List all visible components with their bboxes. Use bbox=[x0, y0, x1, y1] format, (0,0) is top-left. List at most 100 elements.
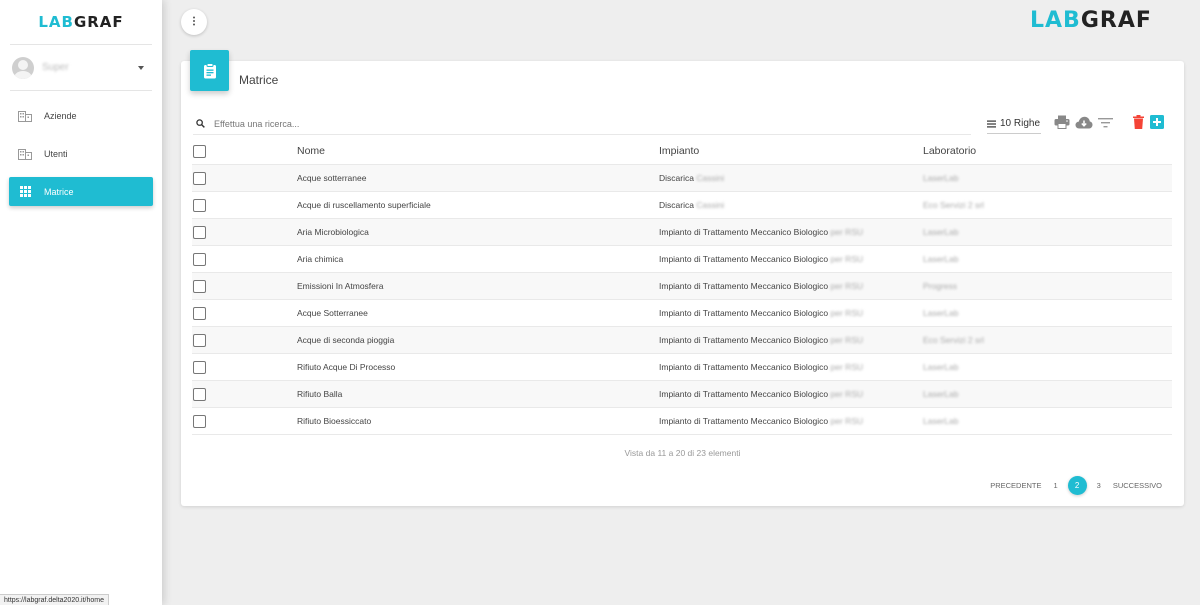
pagination-page-1[interactable]: 1 bbox=[1053, 481, 1057, 490]
cell-laboratorio: LaserLab bbox=[923, 173, 959, 183]
column-header-nome[interactable]: Nome bbox=[297, 145, 325, 157]
column-header-laboratorio[interactable]: Laboratorio bbox=[923, 145, 976, 157]
row-actions bbox=[1133, 115, 1170, 129]
select-all-checkbox[interactable] bbox=[193, 144, 206, 158]
row-checkbox[interactable] bbox=[193, 225, 206, 239]
table-row[interactable]: Aria chimica Impianto di Trattamento Mecc… bbox=[192, 246, 1172, 273]
cell-impianto-extra: per RSU bbox=[830, 362, 864, 372]
cell-impianto-name: Impianto di Trattamento Meccanico Biolog… bbox=[659, 389, 829, 399]
cell-impianto-name: Impianto di Trattamento Meccanico Biolog… bbox=[659, 416, 829, 426]
row-checkbox[interactable] bbox=[193, 171, 206, 185]
cell-laboratorio: LaserLab bbox=[923, 362, 959, 372]
sidebar-item-aziende[interactable]: Aziende bbox=[9, 101, 153, 130]
building-icon bbox=[18, 148, 32, 160]
pagination-page-2[interactable]: 2 bbox=[1067, 476, 1087, 495]
cell-laboratorio: Eco Servizi 2 srl bbox=[923, 335, 984, 345]
grid-icon bbox=[18, 186, 32, 198]
logo-graf-text: GRAF bbox=[73, 13, 124, 31]
cell-impianto-name: Impianto di Trattamento Meccanico Biolog… bbox=[659, 254, 829, 264]
pagination-info: Vista da 11 a 20 di 23 elementi bbox=[624, 448, 741, 458]
pagination-next[interactable]: SUCCESSIVO bbox=[1113, 481, 1162, 490]
cell-impianto: Discarica Cassini bbox=[659, 173, 724, 183]
cloud-download-icon[interactable] bbox=[1075, 116, 1093, 129]
sidebar-item-label: Utenti bbox=[44, 148, 68, 159]
cell-impianto: Impianto di Trattamento Meccanico Biolog… bbox=[659, 227, 863, 237]
labgraf-logo: LAB GRAF bbox=[38, 13, 123, 31]
sidebar-logo[interactable]: LAB GRAF bbox=[10, 0, 152, 45]
table-row[interactable]: Rifiuto Balla Impianto di Trattamento Mec… bbox=[192, 381, 1172, 408]
rows-per-page-label: 10 Righe bbox=[1000, 118, 1041, 129]
export-tools bbox=[1054, 115, 1118, 129]
cell-impianto-name: Impianto di Trattamento Meccanico Biolog… bbox=[659, 362, 829, 372]
cell-impianto-extra: per RSU bbox=[830, 389, 864, 399]
row-checkbox[interactable] bbox=[193, 387, 206, 401]
row-checkbox[interactable] bbox=[193, 414, 206, 428]
search-input[interactable] bbox=[214, 118, 914, 129]
more-vertical-icon bbox=[192, 15, 196, 29]
cell-laboratorio: LaserLab bbox=[923, 416, 959, 426]
column-header-impianto[interactable]: Impianto bbox=[659, 145, 699, 157]
cell-impianto-name: Impianto di Trattamento Meccanico Biolog… bbox=[659, 308, 829, 318]
row-checkbox[interactable] bbox=[193, 198, 206, 212]
cell-impianto-name: Impianto di Trattamento Meccanico Biolog… bbox=[659, 281, 829, 291]
avatar bbox=[12, 56, 34, 79]
table-row[interactable]: Rifiuto Bioessiccato Impianto di Trattame… bbox=[192, 408, 1172, 435]
sidebar-item-label: Matrice bbox=[44, 186, 74, 197]
sidebar-item-label: Aziende bbox=[44, 110, 77, 121]
cell-nome: Acque sotterranee bbox=[297, 173, 367, 183]
cell-impianto: Impianto di Trattamento Meccanico Biolog… bbox=[659, 362, 863, 372]
row-checkbox[interactable] bbox=[193, 279, 206, 293]
pagination-prev[interactable]: PRECEDENTE bbox=[990, 481, 1041, 490]
cell-impianto: Discarica Cassini bbox=[659, 200, 724, 210]
cell-nome: Aria Microbiologica bbox=[297, 227, 369, 237]
table-body: Acque sotterranee Discarica Cassini LaserL… bbox=[192, 165, 1172, 435]
cell-impianto-extra: Cassini bbox=[696, 173, 725, 183]
cell-laboratorio: Eco Servizi 2 srl bbox=[923, 200, 984, 210]
trash-icon[interactable] bbox=[1133, 115, 1144, 129]
search-box bbox=[193, 113, 971, 135]
row-checkbox[interactable] bbox=[193, 252, 206, 266]
pagination-page-3[interactable]: 3 bbox=[1097, 481, 1101, 490]
logo-lab-text: LAB bbox=[1030, 8, 1081, 33]
cell-impianto-extra: per RSU bbox=[830, 335, 864, 345]
logo-lab-text: LAB bbox=[38, 13, 74, 31]
filter-icon[interactable] bbox=[1098, 117, 1113, 128]
table-row[interactable]: Emissioni In Atmosfera Impianto di Tratta… bbox=[192, 273, 1172, 300]
sidebar-item-matrice[interactable]: Matrice bbox=[9, 177, 153, 206]
cell-nome: Aria chimica bbox=[297, 254, 344, 264]
search-icon bbox=[196, 119, 205, 128]
add-button[interactable] bbox=[1150, 115, 1164, 129]
cell-laboratorio: LaserLab bbox=[923, 389, 959, 399]
sidebar: LAB GRAF Super Aziende Utenti Matrice bbox=[0, 0, 162, 605]
row-checkbox[interactable] bbox=[193, 306, 206, 320]
page-title: Matrice bbox=[239, 73, 279, 87]
cell-laboratorio: LaserLab bbox=[923, 308, 959, 318]
table-row[interactable]: Aria Microbiologica Impianto di Trattamen… bbox=[192, 219, 1172, 246]
table-row[interactable]: Acque di ruscellamento superficiale Disca… bbox=[192, 192, 1172, 219]
cell-impianto-extra: per RSU bbox=[830, 281, 864, 291]
matrice-table: Nome Impianto Laboratorio Acque sotterra… bbox=[192, 138, 1172, 435]
user-menu[interactable]: Super bbox=[10, 45, 152, 91]
sidebar-item-utenti[interactable]: Utenti bbox=[9, 139, 153, 168]
cell-nome: Emissioni In Atmosfera bbox=[297, 281, 384, 291]
cell-impianto-extra: per RSU bbox=[830, 416, 864, 426]
cell-impianto: Impianto di Trattamento Meccanico Biolog… bbox=[659, 389, 863, 399]
sidebar-nav: Aziende Utenti Matrice bbox=[0, 101, 162, 206]
user-name: Super bbox=[42, 62, 69, 73]
print-icon[interactable] bbox=[1054, 115, 1070, 129]
cell-nome: Acque di seconda pioggia bbox=[297, 335, 395, 345]
rows-per-page-select[interactable]: 10 Righe bbox=[987, 114, 1041, 134]
table-row[interactable]: Acque di seconda pioggia Impianto di Trat… bbox=[192, 327, 1172, 354]
more-menu-button[interactable] bbox=[181, 9, 207, 35]
cell-nome: Rifiuto Balla bbox=[297, 389, 343, 399]
table-row[interactable]: Acque Sotterranee Impianto di Trattamento… bbox=[192, 300, 1172, 327]
row-checkbox[interactable] bbox=[193, 333, 206, 347]
cell-impianto-extra: per RSU bbox=[830, 254, 864, 264]
logo-graf-text: GRAF bbox=[1080, 8, 1152, 33]
row-checkbox[interactable] bbox=[193, 360, 206, 374]
table-row[interactable]: Rifiuto Acque Di Processo Impianto di Tra… bbox=[192, 354, 1172, 381]
table-row[interactable]: Acque sotterranee Discarica Cassini LaserL… bbox=[192, 165, 1172, 192]
header-logo: LAB GRAF bbox=[1030, 8, 1152, 33]
cell-nome: Rifiuto Bioessiccato bbox=[297, 416, 372, 426]
matrice-card: Matrice 10 Righe bbox=[181, 50, 1184, 506]
